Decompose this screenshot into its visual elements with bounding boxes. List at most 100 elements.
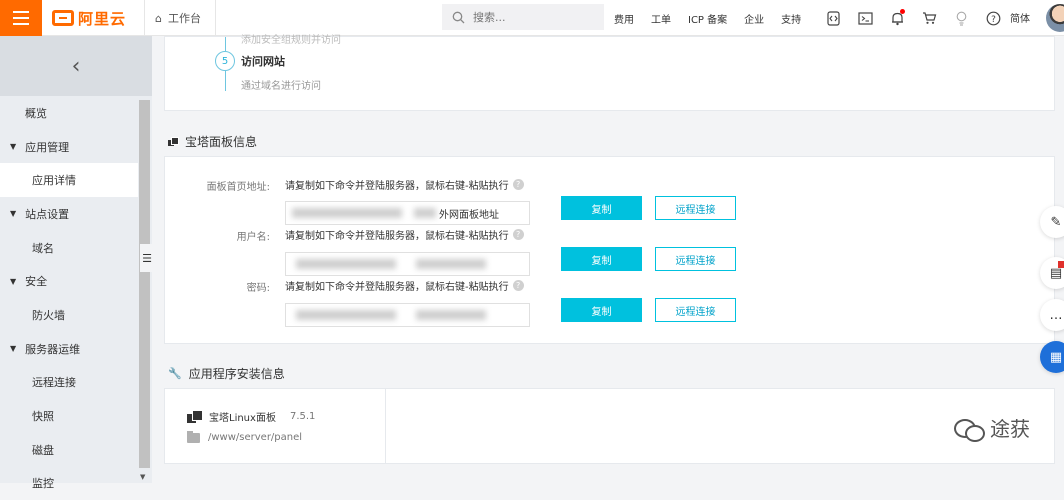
remote-connect-button[interactable]: 远程连接 <box>655 196 736 220</box>
step-connector-line <box>225 37 226 51</box>
sidebar-item-label: 磁盘 <box>32 443 54 457</box>
sidebar-item-overview[interactable]: 概览 <box>0 96 138 130</box>
sidebar-item-label: 监控 <box>32 477 54 491</box>
sidebar-item-domain[interactable]: 域名 <box>0 231 138 265</box>
copy-button[interactable]: 复制 <box>561 298 642 322</box>
sidebar-item-monitor[interactable]: 监控 <box>0 467 138 500</box>
sidebar-group-server-ops[interactable]: ▼ 服务器运维 <box>0 332 138 366</box>
step-number: 5 <box>215 51 235 71</box>
code-icon[interactable] <box>822 7 844 29</box>
sidebar-item-label: 域名 <box>32 241 54 255</box>
cart-icon[interactable] <box>918 7 940 29</box>
app-icon <box>187 409 203 424</box>
aliyun-logo[interactable]: 阿里云 <box>52 7 126 29</box>
chat-icon[interactable]: … <box>1040 299 1064 331</box>
sidebar-item-snapshot[interactable]: 快照 <box>0 399 138 433</box>
link-tickets[interactable]: 工单 <box>651 11 671 26</box>
workbench-button[interactable]: ⌂ 工作台 <box>144 0 216 36</box>
sidebar-back-button[interactable]: ‹ <box>0 36 152 96</box>
app-path: /www/server/panel <box>208 432 303 443</box>
app-path-row: /www/server/panel <box>187 430 303 443</box>
blurred-text <box>414 208 436 218</box>
main-content: 添加安全组规则并访问 5 访问网站 通过域名进行访问 宝塔面板信息 面板首页地址… <box>152 35 1064 483</box>
panel-icon <box>168 136 179 147</box>
logo-text: 阿里云 <box>78 9 127 28</box>
question-icon[interactable]: ? <box>512 229 524 240</box>
top-icons: ? <box>822 0 1004 36</box>
sidebar-group-security[interactable]: ▼ 安全 <box>0 264 138 298</box>
hint-text: 请复制如下命令并登陆服务器，鼠标右键-粘贴执行 <box>285 282 509 293</box>
password-field[interactable] <box>285 303 530 327</box>
steps-card: 添加安全组规则并访问 5 访问网站 通过域名进行访问 <box>164 35 1055 111</box>
list-icon: ☰ <box>142 251 152 265</box>
panel-url-hint: 请复制如下命令并登陆服务器，鼠标右键-粘贴执行? <box>285 177 524 192</box>
sidebar-item-label: 远程连接 <box>32 376 76 390</box>
sidebar-item-label: 应用管理 <box>25 140 70 154</box>
panel-section-title: 宝塔面板信息 <box>168 133 257 150</box>
apps-card: 宝塔Linux面板 7.5.1 /www/server/panel <box>164 388 1055 464</box>
sidebar: ‹ 概览 ▼ 应用管理 应用详情 ▼ 站点设置 域名 ▼ 安全 防火墙 ▼ 服务器运维 … <box>0 36 154 490</box>
password-hint: 请复制如下命令并登陆服务器，鼠标右键-粘贴执行? <box>285 278 524 293</box>
edit-icon[interactable]: ✎ <box>1040 206 1064 238</box>
sidebar-menu: 概览 ▼ 应用管理 应用详情 ▼ 站点设置 域名 ▼ 安全 防火墙 ▼ 服务器运维 远程… <box>0 96 138 500</box>
sidebar-item-label: 快照 <box>32 410 54 424</box>
username-field[interactable] <box>285 252 530 276</box>
copy-button[interactable]: 复制 <box>561 247 642 271</box>
sidebar-item-firewall[interactable]: 防火墙 <box>0 298 138 332</box>
blurred-text <box>296 310 396 320</box>
apps-section-title: 🔧 应用程序安装信息 <box>168 365 285 382</box>
sidebar-item-app-details[interactable]: 应用详情 <box>0 163 138 198</box>
apps-grid-icon[interactable]: ▦ <box>1040 341 1064 373</box>
remote-connect-button[interactable]: 远程连接 <box>655 247 736 271</box>
terminal-icon[interactable] <box>854 7 876 29</box>
sidebar-item-label: 安全 <box>25 275 48 289</box>
link-icp[interactable]: ICP 备案 <box>688 11 727 26</box>
sidebar-item-disk[interactable]: 磁盘 <box>0 433 138 467</box>
hint-text: 请复制如下命令并登陆服务器，鼠标右键-粘贴执行 <box>285 181 509 192</box>
sidebar-item-label: 站点设置 <box>25 207 70 221</box>
question-icon[interactable]: ? <box>512 179 524 190</box>
link-enterprise[interactable]: 企业 <box>744 11 764 26</box>
step-desc: 通过域名进行访问 <box>241 81 321 92</box>
sidebar-scrollbar[interactable]: ▼ <box>138 96 152 483</box>
user-avatar[interactable] <box>1046 4 1064 32</box>
search-input[interactable] <box>473 10 593 24</box>
search-icon <box>452 11 465 23</box>
watermark-text: 途获 <box>990 417 1030 441</box>
sidebar-group-app-management[interactable]: ▼ 应用管理 <box>0 130 138 164</box>
panel-url-label: 面板首页地址: <box>206 182 270 193</box>
sidebar-group-site-settings[interactable]: ▼ 站点设置 <box>0 197 138 231</box>
panel-info-card: 面板首页地址: 请复制如下命令并登陆服务器，鼠标右键-粘贴执行? 外网面板地址 … <box>164 156 1055 344</box>
notification-dot <box>900 9 905 14</box>
remote-connect-button[interactable]: 远程连接 <box>655 298 736 322</box>
app-version: 7.5.1 <box>289 411 316 422</box>
copy-button[interactable]: 复制 <box>561 196 642 220</box>
username-hint: 请复制如下命令并登陆服务器，鼠标右键-粘贴执行? <box>285 227 524 242</box>
sidebar-item-remote-connect[interactable]: 远程连接 <box>0 366 138 400</box>
app-name-row: 宝塔Linux面板 7.5.1 <box>187 409 315 424</box>
bulb-icon[interactable] <box>950 7 972 29</box>
hint-text: 请复制如下命令并登陆服务器，鼠标右键-粘贴执行 <box>285 231 509 242</box>
top-links: 费用 工单 ICP 备案 企业 支持 <box>614 0 818 36</box>
blurred-text <box>292 208 402 218</box>
blurred-text <box>296 259 396 269</box>
hamburger-menu-button[interactable] <box>0 0 42 36</box>
panel-url-field[interactable]: 外网面板地址 <box>285 201 530 225</box>
app-item[interactable]: 宝塔Linux面板 7.5.1 /www/server/panel <box>165 389 386 463</box>
bell-icon[interactable] <box>886 7 908 29</box>
aliyun-logo-icon <box>52 10 74 26</box>
search-box[interactable] <box>442 4 604 30</box>
step-title: 访问网站 <box>241 55 285 68</box>
news-icon[interactable]: ▤ <box>1040 257 1064 289</box>
home-icon: ⌂ <box>155 11 162 25</box>
link-billing[interactable]: 费用 <box>614 11 634 26</box>
scroll-down-arrow-icon[interactable]: ▼ <box>140 473 145 481</box>
question-icon[interactable]: ? <box>512 280 524 291</box>
scrollbar-thumb[interactable] <box>139 100 150 468</box>
link-support[interactable]: 支持 <box>781 11 801 26</box>
help-icon[interactable]: ? <box>982 7 1004 29</box>
language-switch[interactable]: 简体 <box>1010 10 1030 25</box>
menu-icon-line <box>13 17 29 19</box>
workbench-label: 工作台 <box>167 12 201 25</box>
caret-down-icon: ▼ <box>10 344 17 354</box>
